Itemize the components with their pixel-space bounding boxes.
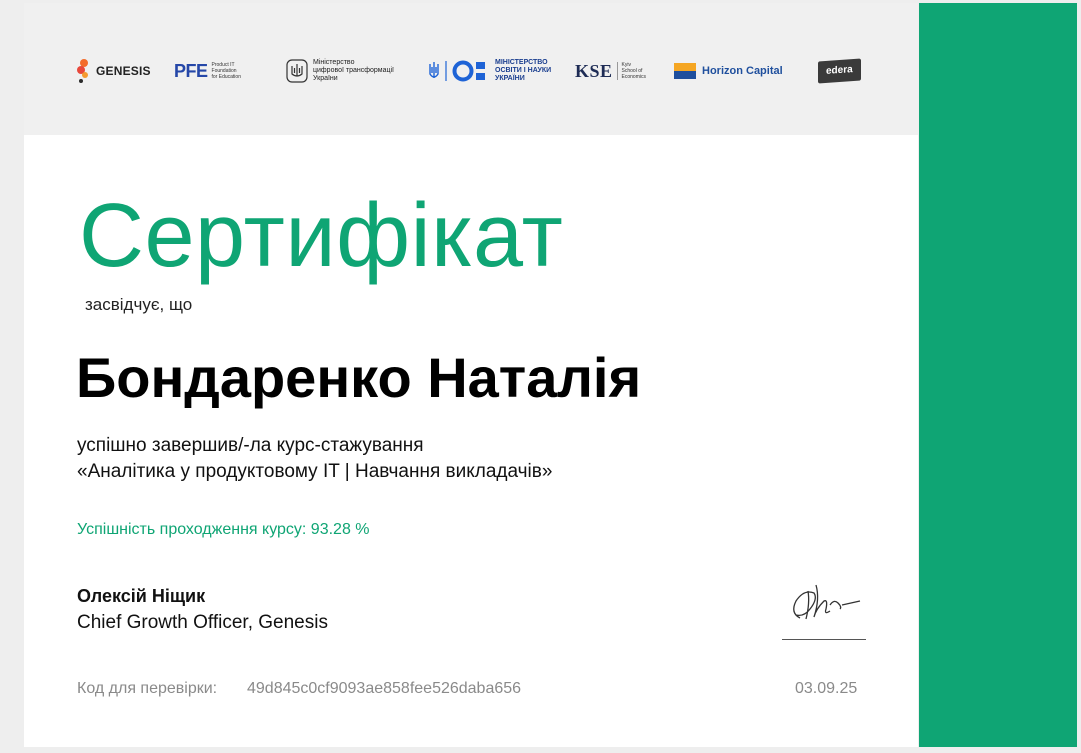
horizon-logo-text: Horizon Capital bbox=[702, 65, 783, 77]
course-name: «Аналітика у продуктовому IT | Навчання … bbox=[77, 461, 553, 482]
certificate-subtitle: засвідчує, що bbox=[85, 295, 193, 314]
mon-caption-line: ОСВІТИ І НАУКИ bbox=[495, 67, 552, 74]
mon-emblem-icon bbox=[429, 60, 485, 82]
kse-caption-line: Economics bbox=[621, 74, 646, 80]
mincifra-logo-caption: Міністерство цифрової трансформації Укра… bbox=[313, 59, 394, 83]
mincifra-logo: Міністерство цифрової трансформації Укра… bbox=[286, 55, 394, 87]
recipient-name: Бондаренко Наталія bbox=[76, 346, 642, 409]
signature-image bbox=[780, 573, 870, 638]
completion-statement: успішно завершив/-ла курс-стажування bbox=[77, 435, 424, 456]
horizon-capital-logo: Horizon Capital bbox=[674, 55, 783, 87]
accent-side-band bbox=[919, 3, 1077, 747]
mincifra-caption-line: цифрової трансформації bbox=[313, 67, 395, 74]
handwritten-signature bbox=[793, 584, 861, 620]
mon-logo: МІНІСТЕРСТВО ОСВІТИ І НАУКИ УКРАЇНИ bbox=[426, 55, 551, 87]
pfe-caption-line: for Education bbox=[211, 74, 241, 80]
partner-logos-strip: GENESIS PFE Product IT Foundation for Ed… bbox=[24, 3, 918, 135]
course-score: Успішність проходження курсу: 93.28 % bbox=[77, 521, 370, 538]
trident-emblem-icon bbox=[286, 59, 308, 83]
verification-label: Код для перевірки: bbox=[77, 680, 218, 697]
mincifra-caption-line: України bbox=[313, 75, 338, 82]
mincifra-caption-line: Міністерство bbox=[313, 59, 355, 66]
genesis-icon bbox=[77, 59, 88, 83]
genesis-logo-text: GENESIS bbox=[96, 64, 151, 78]
mon-logo-caption: МІНІСТЕРСТВО ОСВІТИ І НАУКИ УКРАЇНИ bbox=[495, 59, 551, 83]
certificate-page: GENESIS PFE Product IT Foundation for Ed… bbox=[24, 3, 918, 747]
certificate-title: Сертифікат bbox=[79, 186, 564, 286]
horizon-icon bbox=[674, 63, 696, 79]
genesis-logo: GENESIS bbox=[76, 55, 151, 87]
edera-logo-text: edera bbox=[818, 58, 861, 84]
signer-name: Олексій Ніщик bbox=[77, 586, 206, 606]
kse-logo-mark: KSE bbox=[575, 60, 613, 81]
mon-caption-line: УКРАЇНИ bbox=[495, 75, 525, 82]
pfe-logo-mark: PFE bbox=[174, 60, 208, 81]
signature-line bbox=[782, 639, 866, 640]
pfe-logo-caption: Product IT Foundation for Education bbox=[212, 62, 241, 80]
mon-caption-line: МІНІСТЕРСТВО bbox=[495, 59, 548, 66]
signer-role: Chief Growth Officer, Genesis bbox=[77, 612, 328, 633]
kse-logo-caption: Kyiv School of Economics bbox=[622, 62, 646, 80]
kse-divider bbox=[616, 62, 618, 80]
issue-date: 03.09.25 bbox=[795, 680, 858, 697]
edera-logo: edera bbox=[818, 55, 861, 87]
verification-code: 49d845c0cf9093ae858fee526daba656 bbox=[247, 680, 522, 697]
kse-logo: KSE Kyiv School of Economics bbox=[575, 55, 646, 87]
pfe-logo: PFE Product IT Foundation for Education bbox=[174, 55, 241, 87]
